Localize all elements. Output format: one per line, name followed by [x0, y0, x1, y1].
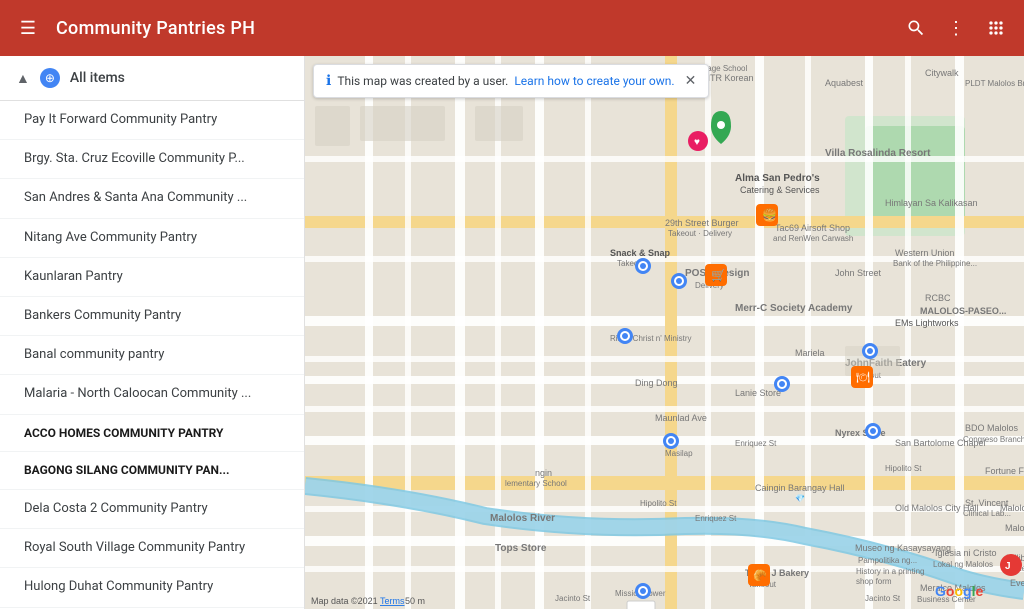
sidebar-list-item[interactable]: Nitang Ave Community Pantry: [0, 219, 304, 258]
svg-text:PLDT Malolos Branch: PLDT Malolos Branch: [965, 79, 1024, 88]
svg-text:Tops Store: Tops Store: [495, 543, 547, 554]
svg-text:🛒: 🛒: [711, 268, 726, 282]
sidebar-list-item[interactable]: Bankers Community Pantry: [0, 297, 304, 336]
svg-text:Malolos...: Malolos...: [1000, 503, 1024, 513]
map-area[interactable]: IITR Korean Language School Aquabest Cit…: [305, 56, 1024, 609]
svg-text:John Street: John Street: [835, 268, 882, 278]
svg-text:Everwin Mart: Everwin Mart: [1010, 578, 1024, 588]
sidebar-list-item[interactable]: Dela Costa 2 Community Pantry: [0, 490, 304, 529]
info-link[interactable]: Learn how to create your own.: [514, 74, 674, 88]
sidebar-list-item[interactable]: Pay It Forward Community Pantry: [0, 101, 304, 140]
google-apps-icon[interactable]: [984, 16, 1008, 40]
app-header: ☰ Community Pantries PH ⋮: [0, 0, 1024, 56]
svg-text:Ding Dong: Ding Dong: [635, 378, 678, 388]
svg-text:shop form: shop form: [856, 577, 892, 586]
svg-text:29th Street Burger: 29th Street Burger: [665, 218, 739, 228]
svg-text:Pampolitika ng...: Pampolitika ng...: [858, 556, 917, 565]
svg-text:Jacinto St: Jacinto St: [555, 594, 591, 603]
svg-text:Mariela: Mariela: [795, 348, 825, 358]
sidebar-header: ▲ All items: [0, 56, 304, 101]
svg-text:Bank of the Philippine...: Bank of the Philippine...: [893, 259, 977, 268]
svg-text:🍽: 🍽: [856, 371, 870, 384]
sidebar-list-item[interactable]: Kaunlaran Pantry: [0, 258, 304, 297]
svg-text:Hipolito St: Hipolito St: [640, 499, 677, 508]
svg-text:Tac69 Airsoft Shop: Tac69 Airsoft Shop: [775, 223, 850, 233]
svg-text:Malolos St: Malolos St: [1005, 523, 1024, 533]
svg-text:ngin: ngin: [535, 468, 552, 478]
sidebar-items-list[interactable]: Pay It Forward Community PantryBrgy. Sta…: [0, 101, 304, 609]
svg-text:IITR Korean: IITR Korean: [705, 73, 754, 83]
svg-text:Lanie Store: Lanie Store: [735, 388, 781, 398]
svg-text:History in a printing: History in a printing: [856, 567, 924, 576]
svg-text:Caingin Barangay Hall: Caingin Barangay Hall: [755, 483, 845, 493]
svg-text:EMs Lightworks: EMs Lightworks: [895, 318, 959, 328]
svg-text:🥐: 🥐: [753, 569, 767, 582]
svg-text:Terms: Terms: [380, 596, 405, 606]
svg-text:Takeout · Delivery: Takeout · Delivery: [668, 229, 732, 238]
collapse-button[interactable]: ▲: [16, 70, 30, 87]
sidebar-list-item[interactable]: BAGONG SILANG COMMUNITY PAN...: [0, 452, 304, 490]
svg-text:Enriquez St: Enriquez St: [735, 439, 777, 448]
svg-text:MALOLOS-PASEO...: MALOLOS-PASEO...: [920, 306, 1006, 316]
main-layout: ▲ All items Pay It Forward Community Pan…: [0, 56, 1024, 609]
svg-text:BDO Malolos: BDO Malolos: [965, 423, 1019, 433]
svg-text:RCBC: RCBC: [925, 293, 951, 303]
svg-text:Old Malolos City Hall: Old Malolos City Hall: [895, 503, 979, 513]
svg-text:Enriquez St: Enriquez St: [695, 514, 737, 523]
svg-text:Villa Rosalinda Resort: Villa Rosalinda Resort: [825, 148, 931, 159]
svg-text:♥: ♥: [694, 137, 700, 148]
sidebar-list-item[interactable]: ACCO HOMES COMMUNITY PANTRY: [0, 415, 304, 453]
svg-text:🍔: 🍔: [762, 208, 777, 222]
info-icon: ℹ: [326, 73, 331, 89]
svg-text:Iglesia ni Cristo: Iglesia ni Cristo: [935, 548, 997, 558]
info-banner-text: This map was created by a user.: [337, 74, 508, 88]
svg-text:Catering & Services: Catering & Services: [740, 185, 820, 195]
svg-text:Malolos River: Malolos River: [490, 513, 555, 524]
svg-text:Alma San Pedro's: Alma San Pedro's: [735, 173, 820, 184]
sidebar-list-item[interactable]: Banal community pantry: [0, 336, 304, 375]
svg-text:Aquabest: Aquabest: [825, 78, 864, 88]
menu-icon[interactable]: ☰: [16, 16, 40, 40]
svg-text:J: J: [1005, 561, 1011, 572]
svg-text:50 m: 50 m: [405, 596, 425, 606]
sidebar-list-item[interactable]: Royal South Village Community Pantry: [0, 529, 304, 568]
search-icon[interactable]: [904, 16, 928, 40]
info-close-button[interactable]: ✕: [685, 73, 697, 89]
sidebar-list-item[interactable]: Brgy. Sta. Cruz Ecoville Community P...: [0, 140, 304, 179]
sidebar: ▲ All items Pay It Forward Community Pan…: [0, 56, 305, 609]
all-items-label: All items: [70, 70, 125, 86]
svg-text:Maunlad Ave: Maunlad Ave: [655, 413, 707, 423]
svg-text:Western Union: Western Union: [895, 248, 954, 258]
app-title: Community Pantries PH: [56, 18, 888, 39]
svg-text:Snack & Snap: Snack & Snap: [610, 248, 671, 258]
svg-text:Congreso Branch: Congreso Branch: [963, 435, 1024, 444]
svg-text:Lokal ng Malolos: Lokal ng Malolos: [933, 560, 993, 569]
svg-text:Map data ©2021: Map data ©2021: [311, 596, 378, 606]
svg-text:Merr-C Society Academy: Merr-C Society Academy: [735, 303, 853, 314]
svg-text:Jacinto St: Jacinto St: [865, 594, 901, 603]
info-banner: ℹ This map was created by a user. Learn …: [313, 64, 709, 98]
svg-text:💎: 💎: [795, 494, 805, 503]
all-items-icon: [40, 68, 60, 88]
svg-text:Himlayan Sa Kalikasan: Himlayan Sa Kalikasan: [885, 198, 978, 208]
svg-text:lementary School: lementary School: [505, 479, 567, 488]
svg-text:Masilap: Masilap: [665, 449, 693, 458]
more-options-icon[interactable]: ⋮: [944, 16, 968, 40]
sidebar-list-item[interactable]: Hulong Duhat Community Pantry: [0, 568, 304, 607]
svg-text:Hipolito St: Hipolito St: [885, 464, 922, 473]
svg-text:Fortune Flora Flowersh...: Fortune Flora Flowersh...: [985, 466, 1024, 476]
svg-text:Citywalk: Citywalk: [925, 68, 959, 78]
svg-text:Google: Google: [935, 583, 983, 599]
svg-text:and RenWen Carwash: and RenWen Carwash: [773, 234, 853, 243]
sidebar-list-item[interactable]: Malaria - North Caloocan Community ...: [0, 375, 304, 414]
sidebar-list-item[interactable]: San Andres & Santa Ana Community ...: [0, 179, 304, 218]
